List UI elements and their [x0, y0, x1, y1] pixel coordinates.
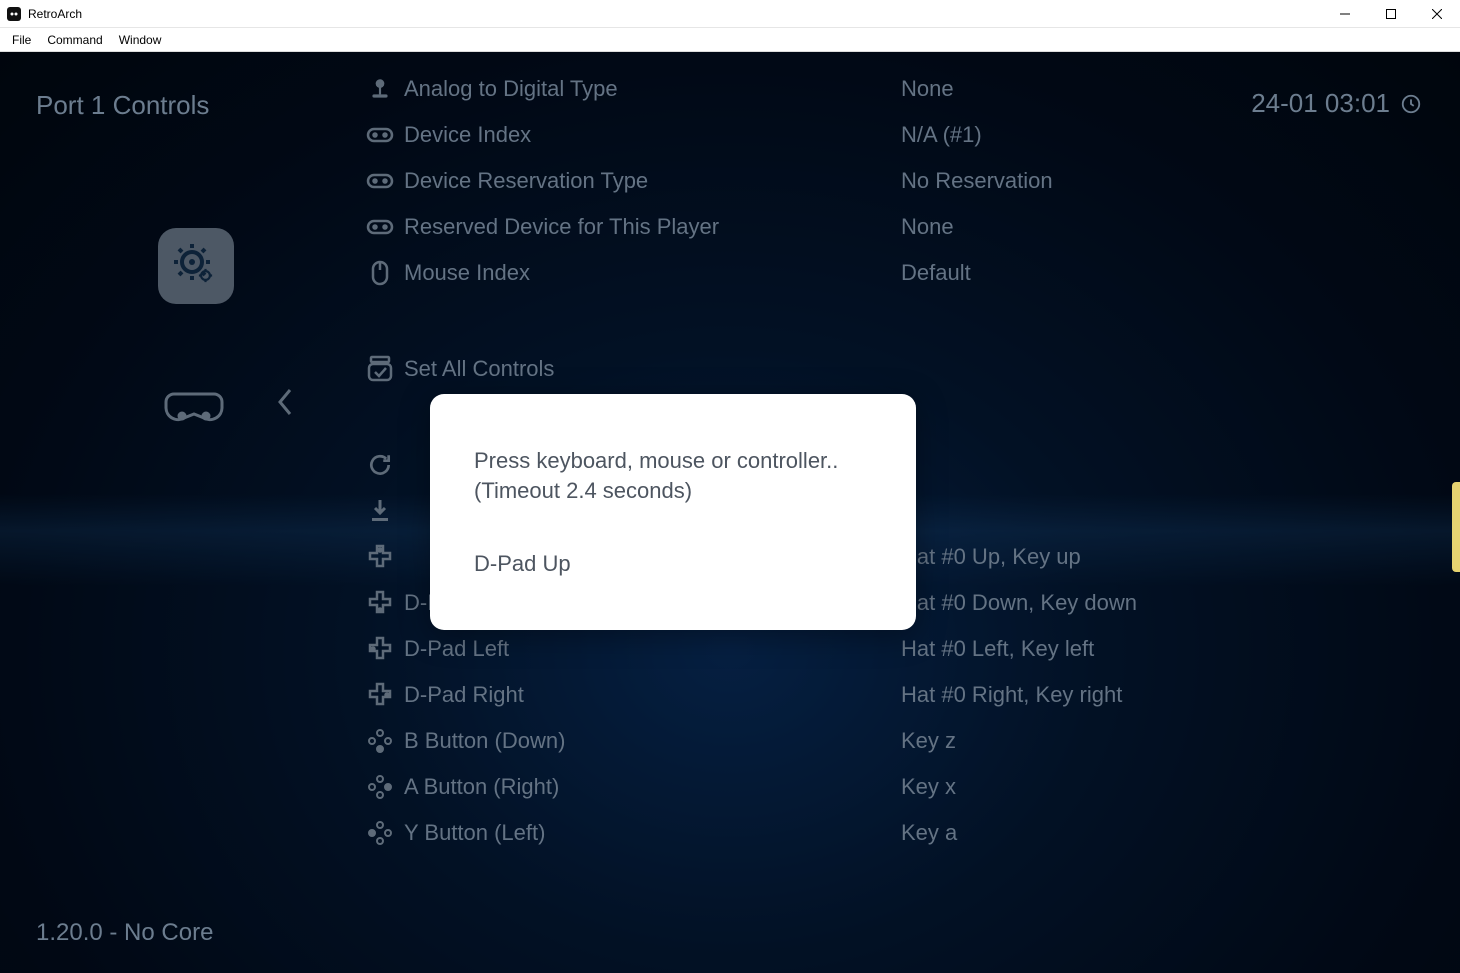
row-label: D-Pad Right — [404, 682, 524, 708]
row-label: A Button (Right) — [404, 774, 559, 800]
menu-command[interactable]: Command — [39, 31, 110, 49]
menu-window[interactable]: Window — [111, 31, 170, 49]
version-label: 1.20.0 - No Core — [36, 919, 213, 947]
window-close-button[interactable] — [1414, 0, 1460, 27]
row-value: Key z — [901, 728, 956, 754]
app-viewport: Port 1 Controls 24-01 03:01 1.20.0 - No … — [0, 52, 1460, 973]
keyboard-save-icon — [356, 355, 404, 383]
menubar: File Command Window — [0, 28, 1460, 52]
row-y-button[interactable]: Y Button (Left) Key a — [356, 810, 1440, 856]
row-value: Key x — [901, 774, 956, 800]
row-label: D-Pad Left — [404, 636, 509, 662]
modal-line-1: Press keyboard, mouse or controller.. — [474, 446, 872, 476]
reload-icon — [356, 452, 404, 478]
app-icon — [6, 6, 22, 22]
dpad-down-icon — [356, 590, 404, 616]
dpad-right-icon — [356, 682, 404, 708]
row-label: B Button (Down) — [404, 728, 565, 754]
joystick-icon — [356, 76, 404, 102]
controller-icon — [164, 386, 224, 426]
row-label: Reserved Device for This Player — [404, 214, 719, 240]
input-bind-modal: Press keyboard, mouse or controller.. (T… — [430, 394, 916, 630]
row-analog-digital[interactable]: Analog to Digital Type None — [356, 66, 1440, 112]
gamepad-icon — [356, 125, 404, 145]
row-label: Mouse Index — [404, 260, 530, 286]
window-minimize-button[interactable] — [1322, 0, 1368, 27]
row-dpad-left[interactable]: D-Pad Left Hat #0 Left, Key left — [356, 626, 1440, 672]
row-device-index[interactable]: Device Index N/A (#1) — [356, 112, 1440, 158]
row-b-button[interactable]: B Button (Down) Key z — [356, 718, 1440, 764]
row-a-button[interactable]: A Button (Right) Key x — [356, 764, 1440, 810]
row-value: Hat #0 Up, Key up — [901, 544, 1081, 570]
download-icon — [356, 498, 404, 524]
row-value: Hat #0 Down, Key down — [901, 590, 1137, 616]
row-value: Key a — [901, 820, 957, 846]
row-label: Device Reservation Type — [404, 168, 648, 194]
row-value: Hat #0 Left, Key left — [901, 636, 1094, 662]
row-dpad-right[interactable]: D-Pad Right Hat #0 Right, Key right — [356, 672, 1440, 718]
dpad-up-icon — [356, 544, 404, 570]
row-reserved-device[interactable]: Reserved Device for This Player None — [356, 204, 1440, 250]
row-value: Hat #0 Right, Key right — [901, 682, 1122, 708]
face-button-left-icon — [356, 820, 404, 846]
row-device-reservation[interactable]: Device Reservation Type No Reservation — [356, 158, 1440, 204]
back-icon[interactable] — [276, 388, 294, 416]
modal-line-3: D-Pad Up — [474, 549, 872, 579]
dpad-left-icon — [356, 636, 404, 662]
row-value: None — [901, 214, 954, 240]
row-value: None — [901, 76, 954, 102]
gamepad-icon — [356, 171, 404, 191]
row-mouse-index[interactable]: Mouse Index Default — [356, 250, 1440, 296]
window-maximize-button[interactable] — [1368, 0, 1414, 27]
window-title: RetroArch — [28, 7, 82, 21]
row-label: Analog to Digital Type — [404, 76, 618, 102]
row-value: Default — [901, 260, 971, 286]
row-set-all-controls[interactable]: Set All Controls — [356, 346, 1440, 392]
row-label: Set All Controls — [404, 356, 554, 382]
row-value: N/A (#1) — [901, 122, 982, 148]
page-title: Port 1 Controls — [36, 90, 209, 121]
row-value: No Reservation — [901, 168, 1053, 194]
gamepad-icon — [356, 217, 404, 237]
modal-line-2: (Timeout 2.4 seconds) — [474, 476, 872, 506]
face-button-down-icon — [356, 728, 404, 754]
menu-file[interactable]: File — [4, 31, 39, 49]
row-label: Device Index — [404, 122, 531, 148]
row-label: Y Button (Left) — [404, 820, 545, 846]
mouse-icon — [356, 260, 404, 286]
scroll-indicator — [1452, 482, 1460, 572]
face-button-right-icon — [356, 774, 404, 800]
settings-tile-icon — [158, 228, 234, 304]
window-titlebar: RetroArch — [0, 0, 1460, 28]
